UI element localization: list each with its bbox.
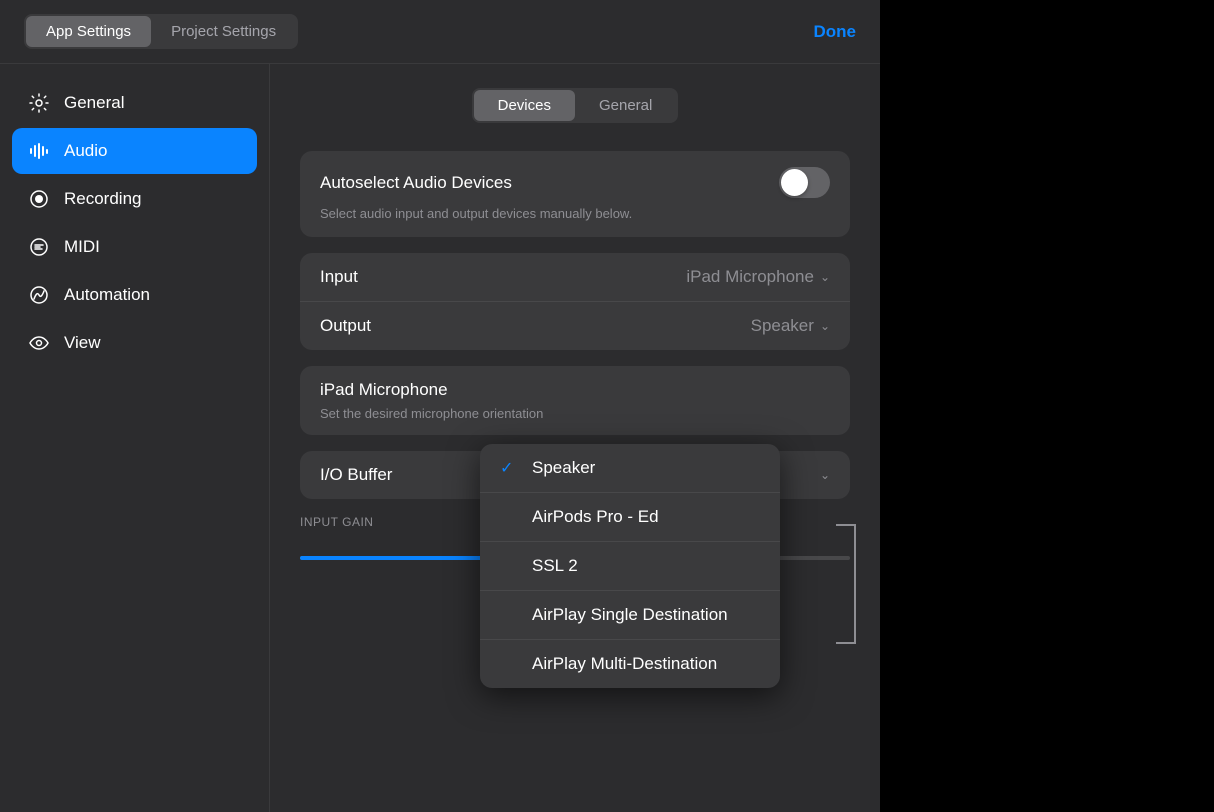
buffer-label: I/O Buffer [320, 465, 392, 485]
microphone-card: iPad Microphone Set the desired micropho… [300, 366, 850, 435]
autoselect-description: Select audio input and output devices ma… [320, 206, 830, 221]
buffer-chevron-icon: ⌄ [820, 468, 830, 482]
output-label: Output [320, 316, 371, 336]
toggle-knob [781, 169, 808, 196]
project-settings-tab[interactable]: Project Settings [151, 16, 296, 47]
modal-body: General Audio [0, 64, 880, 812]
sidebar-view-label: View [64, 333, 101, 353]
sidebar-audio-label: Audio [64, 141, 107, 161]
output-chevron-icon: ⌄ [820, 319, 830, 333]
done-button[interactable]: Done [814, 22, 857, 42]
autoselect-toggle[interactable] [779, 167, 830, 198]
sidebar-item-general[interactable]: General [12, 80, 257, 126]
record-circle-icon [28, 188, 50, 210]
output-row[interactable]: Output Speaker ⌄ [300, 302, 850, 350]
dropdown-speaker-label: Speaker [532, 458, 595, 478]
input-chevron-icon: ⌄ [820, 270, 830, 284]
dropdown-item-airpods[interactable]: AirPods Pro - Ed [480, 493, 780, 542]
bracket-graphic [836, 524, 856, 644]
io-card: Input iPad Microphone ⌄ Output Speaker ⌄ [300, 253, 850, 350]
automation-icon [28, 284, 50, 306]
sub-tab-group: Devices General [472, 88, 679, 123]
input-value: iPad Microphone ⌄ [686, 267, 830, 287]
sidebar-item-view[interactable]: View [12, 320, 257, 366]
general-tab[interactable]: General [575, 90, 676, 121]
autoselect-row: Autoselect Audio Devices [320, 167, 830, 198]
midi-icon [28, 236, 50, 258]
devices-tab[interactable]: Devices [474, 90, 575, 121]
sidebar-midi-label: MIDI [64, 237, 100, 257]
dropdown-airplay-multi-label: AirPlay Multi-Destination [532, 654, 717, 674]
dropdown-item-ssl2[interactable]: SSL 2 [480, 542, 780, 591]
main-content: Devices General Autoselect Audio Devices… [270, 64, 880, 812]
sidebar-item-recording[interactable]: Recording [12, 176, 257, 222]
dropdown-airplay-single-label: AirPlay Single Destination [532, 605, 728, 625]
dropdown-item-speaker[interactable]: ✓ Speaker [480, 444, 780, 493]
sidebar-item-automation[interactable]: Automation [12, 272, 257, 318]
autoselect-label: Autoselect Audio Devices [320, 173, 512, 193]
output-value: Speaker ⌄ [751, 316, 830, 336]
dropdown-ssl2-label: SSL 2 [532, 556, 578, 576]
microphone-title: iPad Microphone [320, 380, 830, 400]
autoselect-card: Autoselect Audio Devices Select audio in… [300, 151, 850, 237]
input-label: Input [320, 267, 358, 287]
gear-icon [28, 92, 50, 114]
sub-tabs: Devices General [300, 88, 850, 123]
output-value-text: Speaker [751, 316, 814, 336]
check-icon: ✓ [500, 458, 520, 478]
eye-icon [28, 332, 50, 354]
dropdown-item-airplay-single[interactable]: AirPlay Single Destination [480, 591, 780, 640]
dropdown-item-airplay-multi[interactable]: AirPlay Multi-Destination [480, 640, 780, 688]
sidebar: General Audio [0, 64, 270, 812]
sidebar-item-audio[interactable]: Audio [12, 128, 257, 174]
input-row[interactable]: Input iPad Microphone ⌄ [300, 253, 850, 302]
main-tab-group: App Settings Project Settings [24, 14, 298, 49]
waveform-icon [28, 140, 50, 162]
right-dark-area [880, 0, 1214, 812]
sidebar-recording-label: Recording [64, 189, 142, 209]
input-value-text: iPad Microphone [686, 267, 814, 287]
dropdown-airpods-label: AirPods Pro - Ed [532, 507, 659, 527]
sidebar-general-label: General [64, 93, 124, 113]
settings-modal: App Settings Project Settings Done Gener… [0, 0, 880, 812]
microphone-description: Set the desired microphone orientation [320, 406, 830, 421]
sidebar-automation-label: Automation [64, 285, 150, 305]
sidebar-item-midi[interactable]: MIDI [12, 224, 257, 270]
top-bar: App Settings Project Settings Done [0, 0, 880, 64]
app-settings-tab[interactable]: App Settings [26, 16, 151, 47]
output-dropdown: ✓ Speaker AirPods Pro - Ed SSL 2 AirPlay… [480, 444, 780, 688]
